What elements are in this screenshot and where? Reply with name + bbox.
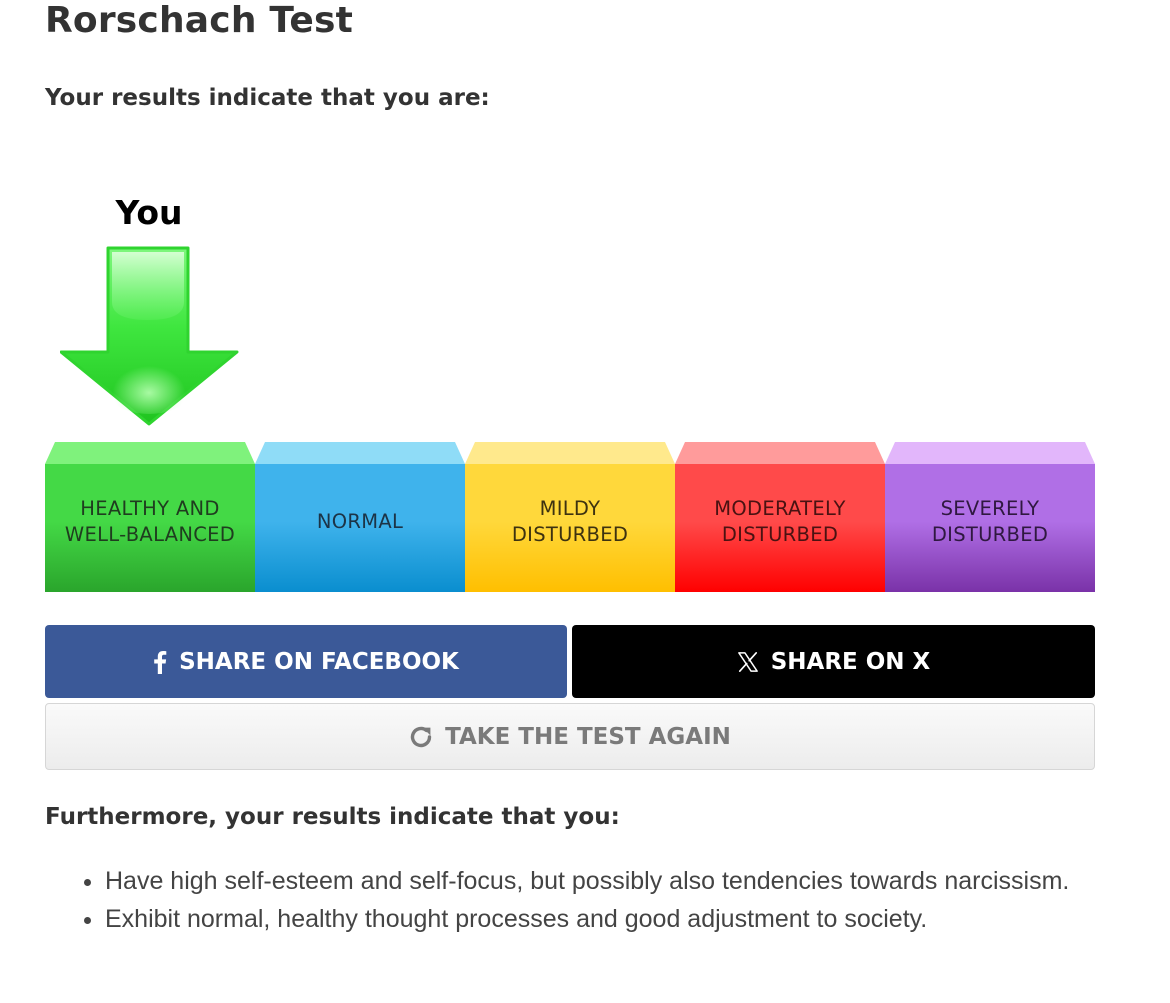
result-traits-list: Have high self-esteem and self-focus, bu… xyxy=(45,862,1105,938)
scale-segment: NORMAL xyxy=(255,442,465,592)
result-scale-graphic: You HEALTHY AND WELL-BALANCED NORMAL MILDY… xyxy=(45,190,1095,592)
share-x-label: SHARE ON X xyxy=(770,648,931,675)
page-title: Rorschach Test xyxy=(45,0,354,41)
scale-segment-label: MILDY DISTURBED xyxy=(511,497,629,546)
take-test-again-button[interactable]: TAKE THE TEST AGAIN xyxy=(45,703,1095,770)
list-item: Have high self-esteem and self-focus, bu… xyxy=(105,862,1105,900)
results-heading: Your results indicate that you are: xyxy=(45,85,490,111)
share-x-button[interactable]: SHARE ON X xyxy=(572,625,1095,698)
scale-segment-cap xyxy=(255,442,465,464)
scale-segment-cap xyxy=(465,442,675,464)
scale-segment-label: SEVERELY DISTURBED xyxy=(931,497,1049,546)
scale-segment: MODERATELY DISTURBED xyxy=(675,442,885,592)
you-label: You xyxy=(115,193,183,232)
scale-segment-label: HEALTHY AND WELL-BALANCED xyxy=(64,497,236,546)
scale-segment-cap xyxy=(45,442,255,464)
further-results-heading: Furthermore, your results indicate that … xyxy=(45,804,620,830)
result-pointer-arrow-icon xyxy=(60,246,239,426)
scale-segment: SEVERELY DISTURBED xyxy=(885,442,1095,592)
scale-segment-label: NORMAL xyxy=(316,510,404,533)
scale-segment: MILDY DISTURBED xyxy=(465,442,675,592)
scale-segment-label: MODERATELY DISTURBED xyxy=(714,497,846,546)
share-facebook-button[interactable]: SHARE ON FACEBOOK xyxy=(45,625,567,698)
scale-segment-cap xyxy=(885,442,1095,464)
x-logo-icon xyxy=(737,651,759,673)
share-facebook-label: SHARE ON FACEBOOK xyxy=(179,648,459,675)
facebook-icon xyxy=(153,650,167,674)
share-buttons-row: SHARE ON FACEBOOK SHARE ON X xyxy=(45,625,1095,698)
scale-segment: HEALTHY AND WELL-BALANCED xyxy=(45,442,255,592)
take-test-again-label: TAKE THE TEST AGAIN xyxy=(445,723,731,750)
refresh-icon xyxy=(409,725,433,749)
list-item: Exhibit normal, healthy thought processe… xyxy=(105,900,1105,938)
result-scale-bar: HEALTHY AND WELL-BALANCED NORMAL MILDY DIS… xyxy=(45,442,1095,592)
scale-segment-cap xyxy=(675,442,885,464)
